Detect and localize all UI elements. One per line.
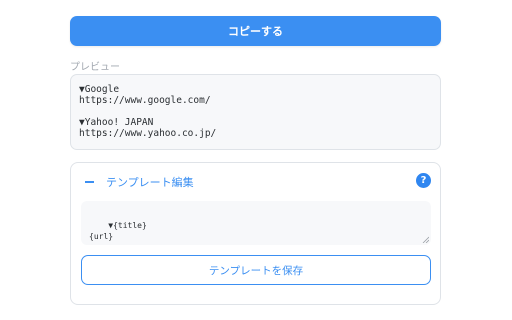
minus-icon[interactable] — [85, 181, 94, 183]
preview-output: ▼Google https://www.google.com/ ▼Yahoo! … — [70, 74, 441, 150]
template-editor-toggle[interactable]: テンプレート編集 — [85, 174, 194, 190]
question-icon[interactable]: ? — [416, 173, 431, 188]
template-editor-panel: テンプレート編集 ? ▼{title} {url} テンプレートを保存 — [70, 162, 441, 305]
copy-button[interactable]: コピーする — [70, 16, 441, 46]
preview-label: プレビュー — [70, 62, 120, 73]
resize-handle-icon[interactable] — [422, 236, 429, 243]
template-text: ▼{title} {url} — [89, 221, 147, 241]
template-textarea[interactable]: ▼{title} {url} — [81, 201, 431, 245]
save-template-button[interactable]: テンプレートを保存 — [81, 255, 431, 285]
template-editor-title: テンプレート編集 — [106, 176, 194, 189]
